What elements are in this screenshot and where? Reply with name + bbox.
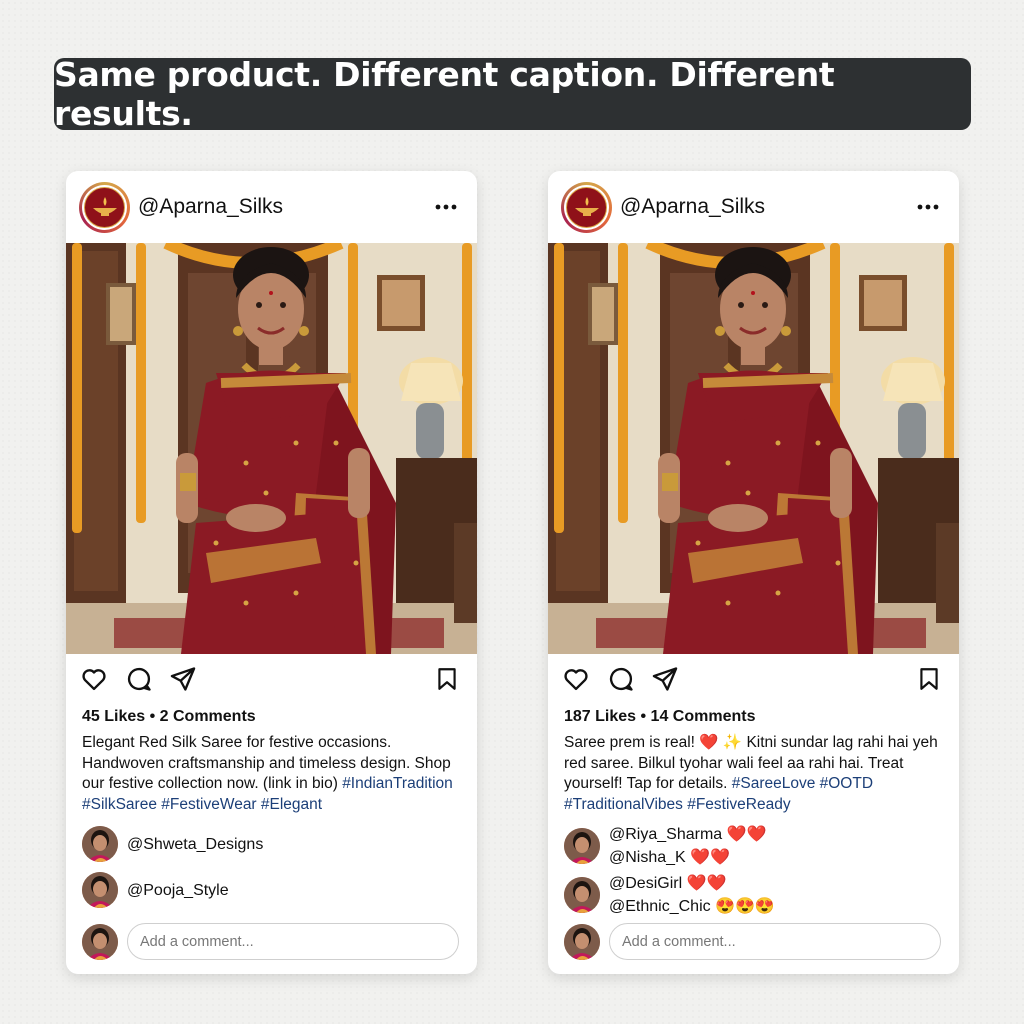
diya-logo-icon [92,197,117,216]
comment-item: @Pooja_Style [82,872,229,908]
comment-item: @Shweta_Designs [82,826,263,862]
heart-icon[interactable] [562,665,590,693]
post-actions [66,665,477,695]
add-comment-row: Add a comment... [564,923,941,960]
commenter-avatar[interactable] [564,877,600,913]
share-icon[interactable] [651,665,679,693]
post-caption: Saree prem is real! ❤️ ✨ Kitni sundar la… [564,733,949,815]
post-username[interactable]: @Aparna_Silks [138,195,283,219]
post-header: @Aparna_Silks [548,171,959,243]
commenter-avatar[interactable] [564,828,600,864]
comment-icon[interactable] [607,665,635,693]
headline-banner: Same product. Different caption. Differe… [54,55,971,133]
likes-comments-count[interactable]: 187 Likes • 14 Comments [564,708,755,726]
commenter-name[interactable]: @DesiGirl ❤️❤️ [609,872,775,895]
current-user-avatar [82,923,118,960]
commenter-avatar[interactable] [82,872,118,908]
brand-avatar[interactable] [79,181,130,233]
post-username[interactable]: @Aparna_Silks [620,195,765,219]
post-actions [548,665,959,695]
more-options-icon[interactable] [433,195,459,219]
diya-logo-icon [574,197,599,216]
commenter-name[interactable]: @Shweta_Designs [127,833,263,856]
commenter-avatar[interactable] [82,826,118,862]
current-user-avatar [564,923,600,960]
commenter-name[interactable]: @Ethnic_Chic 😍😍😍 [609,895,775,918]
more-options-icon[interactable] [915,195,941,219]
post-caption: Elegant Red Silk Saree for festive occas… [82,733,467,815]
comment-group: @Riya_Sharma ❤️❤️ @Nisha_K ❤️❤️ [609,823,766,869]
commenter-name[interactable]: @Nisha_K ❤️❤️ [609,846,766,869]
post-image[interactable] [548,243,959,654]
comment-item: @DesiGirl ❤️❤️ @Ethnic_Chic 😍😍😍 [564,872,775,918]
comment-icon[interactable] [125,665,153,693]
heart-icon[interactable] [80,665,108,693]
likes-comments-count[interactable]: 45 Likes • 2 Comments [82,708,256,726]
brand-avatar[interactable] [561,181,612,233]
bookmark-icon[interactable] [434,665,460,693]
add-comment-row: Add a comment... [82,923,459,960]
bookmark-icon[interactable] [916,665,942,693]
headline-text: Same product. Different caption. Differe… [54,55,835,133]
commenter-name[interactable]: @Pooja_Style [127,879,229,902]
add-comment-input[interactable]: Add a comment... [127,923,459,960]
instagram-post-improved: @Aparna_Silks 187 Likes • 14 Comments Sa… [548,171,959,974]
share-icon[interactable] [169,665,197,693]
instagram-post-original: @Aparna_Silks 45 Likes • 2 Comments Eleg… [66,171,477,974]
post-header: @Aparna_Silks [66,171,477,243]
post-image[interactable] [66,243,477,654]
commenter-name[interactable]: @Riya_Sharma ❤️❤️ [609,823,766,846]
comment-group: @DesiGirl ❤️❤️ @Ethnic_Chic 😍😍😍 [609,872,775,918]
add-comment-input[interactable]: Add a comment... [609,923,941,960]
comment-item: @Riya_Sharma ❤️❤️ @Nisha_K ❤️❤️ [564,823,766,869]
